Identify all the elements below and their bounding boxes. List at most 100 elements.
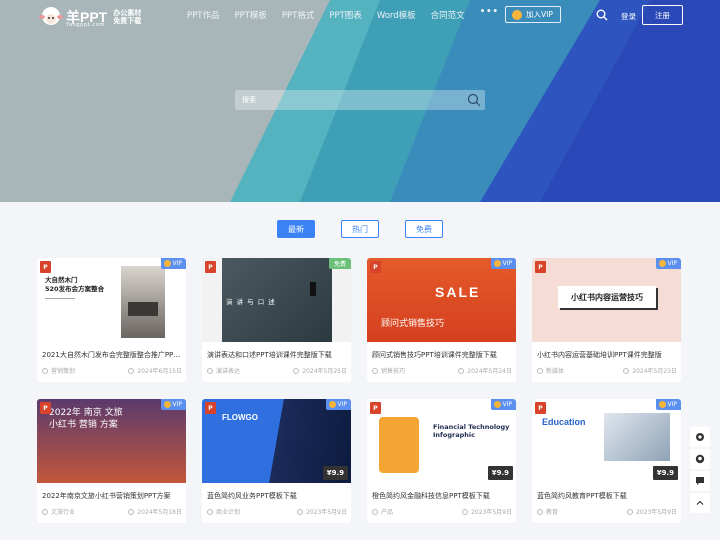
- vip-badge: VIP: [655, 258, 681, 269]
- vip-badge-icon: [658, 260, 666, 267]
- card-category[interactable]: 销售技巧: [372, 366, 405, 375]
- card-title[interactable]: 蓝色简约风教育PPT模板下载: [537, 491, 677, 501]
- menu-item-ppt-format[interactable]: PPT格式: [282, 9, 314, 21]
- card-title[interactable]: 演讲表达和口述PPT培训课件完整版下载: [207, 350, 347, 360]
- site-logo[interactable]: 羊PPT Yangppt.com 办公素材 免费下载: [38, 6, 141, 28]
- back-to-top-button[interactable]: [690, 493, 710, 513]
- thumb-text: 小红书内容运营技巧: [558, 286, 656, 308]
- vip-badge-icon: [493, 260, 501, 267]
- thumb-text: FLOWGO: [222, 413, 258, 422]
- template-card[interactable]: 大自然木门 520发布会方案整合 P VIP 2021大自然木门发布会完整版整合…: [37, 258, 186, 382]
- card-category[interactable]: 教育: [537, 507, 558, 516]
- card-meta: 教育 2023年5月9日: [537, 507, 677, 517]
- more-menu-icon[interactable]: •••: [480, 7, 499, 21]
- menu-item-ppt-templates[interactable]: PPT模板: [234, 9, 266, 21]
- tab-latest[interactable]: 最新: [277, 220, 315, 238]
- category-label: 演讲表达: [216, 368, 241, 375]
- menu-item-ppt-charts[interactable]: PPT图表: [329, 9, 361, 21]
- main-menu: PPT作品 PPT模板 PPT格式 PPT图表 Word模板 合同范文 •••: [187, 7, 514, 21]
- category-label: 产品: [381, 509, 394, 516]
- card-title[interactable]: 小红书内容运营基础培训PPT课件完整版: [537, 350, 677, 360]
- slogan-line1: 办公素材: [113, 9, 142, 17]
- register-button[interactable]: 注册: [642, 5, 683, 25]
- card-thumbnail[interactable]: 演 讲 与 口 述 P 免费: [202, 258, 351, 342]
- category-label: 文旅行业: [51, 509, 76, 516]
- login-link[interactable]: 登录: [621, 11, 636, 22]
- card-category[interactable]: 演讲表达: [207, 366, 240, 375]
- card-date: 2023年5月9日: [462, 507, 512, 516]
- card-thumbnail[interactable]: 小红书内容运营技巧 P VIP: [532, 258, 681, 342]
- card-thumbnail[interactable]: 2022年 南京 文旅 小红书 营销 方案 P VIP: [37, 399, 186, 483]
- card-title[interactable]: 橙色简约风金融科技信息PPT模板下载: [372, 491, 512, 501]
- template-card[interactable]: FLOWGO P VIP ¥9.9 蓝色简约风业务PPT模板下载 商业计划 20…: [202, 399, 351, 523]
- card-thumbnail[interactable]: 大自然木门 520发布会方案整合 P VIP: [37, 258, 186, 342]
- vip-badge-icon: [163, 401, 171, 408]
- clock-icon: [297, 508, 304, 515]
- search-input[interactable]: [235, 90, 460, 110]
- price-tag: ¥9.9: [322, 466, 348, 480]
- menu-item-contracts[interactable]: 合同范文: [431, 9, 465, 21]
- chat-button[interactable]: [690, 471, 710, 491]
- clock-icon: [458, 367, 465, 374]
- clock-icon: [627, 508, 634, 515]
- date-label: 2023年5月9日: [471, 509, 512, 516]
- slogan-line2: 免费下载: [113, 17, 142, 25]
- card-title[interactable]: 蓝色简约风业务PPT模板下载: [207, 491, 347, 501]
- date-label: 2024年5月18日: [137, 509, 182, 516]
- qq-button[interactable]: [690, 449, 710, 469]
- template-card[interactable]: 2022年 南京 文旅 小红书 营销 方案 P VIP 2022年南京文旅小红书…: [37, 399, 186, 523]
- menu-item-ppt-works[interactable]: PPT作品: [187, 9, 219, 21]
- card-title[interactable]: 顾问式销售技巧PPT培训课件完整版下载: [372, 350, 512, 360]
- ppt-file-icon: P: [40, 261, 51, 273]
- template-card[interactable]: Education P VIP ¥9.9 蓝色简约风教育PPT模板下载 教育 2…: [532, 399, 681, 523]
- card-category[interactable]: 文旅行业: [42, 507, 75, 516]
- tab-free[interactable]: 免费: [405, 220, 443, 238]
- ppt-file-icon: P: [205, 402, 216, 414]
- template-card[interactable]: 演 讲 与 口 述 P 免费 演讲表达和口述PPT培训课件完整版下载 演讲表达 …: [202, 258, 351, 382]
- sheep-logo-icon: [39, 7, 63, 25]
- divider: [45, 298, 75, 299]
- search-submit-icon[interactable]: [467, 93, 481, 107]
- card-date: 2023年5月9日: [297, 507, 347, 516]
- card-thumbnail[interactable]: FLOWGO P VIP ¥9.9: [202, 399, 351, 483]
- menu-item-word-templates[interactable]: Word模板: [377, 9, 416, 21]
- card-thumbnail[interactable]: Education P VIP ¥9.9: [532, 399, 681, 483]
- card-thumbnail[interactable]: Financial Technology Infographic P VIP ¥…: [367, 399, 516, 483]
- date-label: 2023年5月9日: [306, 509, 347, 516]
- card-thumbnail[interactable]: SALE 顾问式销售技巧 P VIP: [367, 258, 516, 342]
- date-label: 2024年5月25日: [302, 368, 347, 375]
- tab-popular[interactable]: 热门: [341, 220, 379, 238]
- category-label: 新媒体: [546, 368, 565, 375]
- ppt-file-icon: P: [370, 402, 381, 414]
- join-vip-button[interactable]: 加入VIP: [505, 6, 561, 23]
- category-label: 教育: [546, 509, 559, 516]
- template-card[interactable]: SALE 顾问式销售技巧 P VIP 顾问式销售技巧PPT培训课件完整版下载 销…: [367, 258, 516, 382]
- template-card[interactable]: 小红书内容运营技巧 P VIP 小红书内容运营基础培训PPT课件完整版 新媒体 …: [532, 258, 681, 382]
- join-vip-label: 加入VIP: [526, 10, 553, 19]
- category-label: 商业计划: [216, 509, 241, 516]
- date-label: 2024年5月23日: [632, 368, 677, 375]
- vip-badge: VIP: [490, 399, 516, 410]
- card-category[interactable]: 营销策划: [42, 366, 75, 375]
- search-icon[interactable]: [596, 9, 608, 21]
- tag-icon: [372, 508, 378, 515]
- ppt-file-icon: P: [370, 261, 381, 273]
- vip-badge: VIP: [325, 399, 351, 410]
- ppt-file-icon: P: [535, 402, 546, 414]
- card-title[interactable]: 2022年南京文旅小红书营销策划PPT方案: [42, 491, 182, 501]
- weibo-button[interactable]: [690, 427, 710, 447]
- figure-silhouette: [310, 282, 316, 296]
- template-card[interactable]: Financial Technology Infographic P VIP ¥…: [367, 399, 516, 523]
- card-category[interactable]: 产品: [372, 507, 393, 516]
- card-category[interactable]: 新媒体: [537, 366, 564, 375]
- card-category[interactable]: 商业计划: [207, 507, 240, 516]
- card-date: 2024年5月24日: [458, 366, 512, 375]
- badge-label: VIP: [502, 401, 513, 408]
- qq-icon: [695, 454, 705, 464]
- badge-label: VIP: [502, 260, 513, 267]
- card-date: 2024年5月18日: [128, 507, 182, 516]
- vip-badge-icon: [493, 401, 501, 408]
- thumb-text: 顾问式销售技巧: [381, 319, 445, 329]
- card-title[interactable]: 2021大自然木门发布会完整版整合推广PP…: [42, 350, 182, 360]
- vip-badge-icon: [658, 401, 666, 408]
